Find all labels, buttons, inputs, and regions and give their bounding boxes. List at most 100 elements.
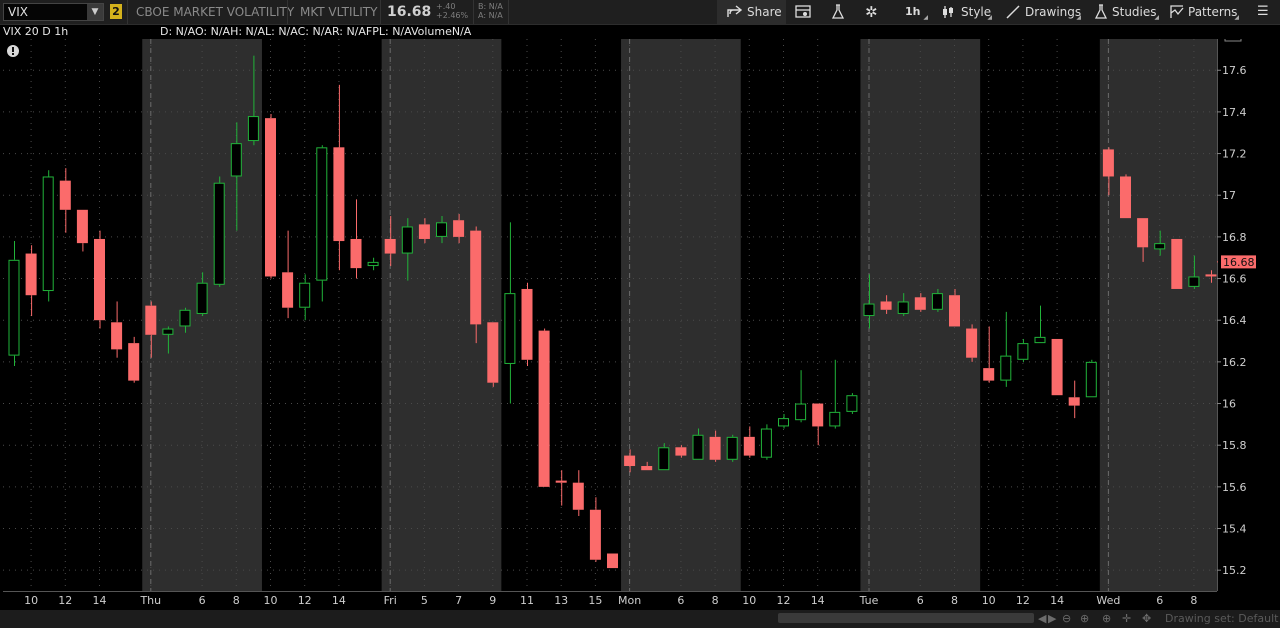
x-tick-label: Tue	[859, 594, 879, 607]
candle-body	[572, 482, 584, 510]
share-button[interactable]: Share	[717, 0, 786, 24]
candle-body	[829, 411, 841, 427]
timeframe-button[interactable]: 1h ◢	[893, 0, 929, 24]
x-tick-label: 8	[712, 594, 719, 607]
corner-triangle-icon: ◢	[1154, 14, 1159, 21]
x-tick-label: 10	[742, 594, 756, 607]
candle-body	[179, 309, 191, 327]
x-tick-label: 6	[199, 594, 206, 607]
candle-body	[299, 282, 311, 308]
candle-up	[1085, 359, 1097, 398]
candle-body	[538, 330, 550, 487]
alert-icon[interactable]	[7, 45, 19, 57]
symbol-input[interactable]: VIX	[8, 4, 28, 20]
candle-down	[487, 322, 499, 387]
x-tick-label: 13	[554, 594, 568, 607]
flask-icon	[831, 4, 845, 19]
y-tick-label: 16.2	[1222, 356, 1247, 369]
chevron-down-icon[interactable]: ▼	[87, 4, 103, 20]
candle-body	[333, 147, 345, 242]
candle-body	[265, 118, 276, 277]
divider	[473, 0, 474, 24]
zoom-out-icon[interactable]: ⊖	[1062, 611, 1071, 627]
symbol-short-name: MKT VLTILITY	[300, 5, 378, 19]
style-button[interactable]: Style ◢	[935, 0, 993, 24]
scroll-right-icon[interactable]: ▶	[1048, 611, 1056, 627]
candle-body	[282, 272, 294, 308]
candle-body	[1017, 343, 1029, 360]
x-tick-label: 8	[951, 594, 958, 607]
candle-body	[692, 434, 704, 460]
last-price-label: 16.68	[1223, 256, 1255, 269]
y-tick-label: 17.6	[1222, 64, 1247, 77]
grid-layout-icon	[795, 5, 811, 18]
settings-button[interactable]: ✲	[858, 0, 888, 24]
candle-body	[521, 288, 533, 360]
candle-body	[316, 147, 328, 281]
scroll-left-icon[interactable]: ◀	[1038, 611, 1046, 627]
x-tick-label: 7	[455, 594, 462, 607]
x-tick-label: 5	[421, 594, 428, 607]
candle-up	[213, 176, 225, 287]
candle-body	[812, 403, 824, 427]
x-tick-label: 15	[588, 594, 602, 607]
y-tick-label: 17.2	[1222, 148, 1247, 161]
candle-body	[453, 220, 465, 237]
drawing-set-label[interactable]: Drawing set: Default	[1165, 611, 1278, 627]
menu-button[interactable]: ☰	[1250, 0, 1276, 24]
price-chart[interactable]: 15.2 15.4 15.6 15.8 16 16.2 16.4 16.6 16.8 17 17.2…	[0, 39, 1280, 610]
candle-body	[384, 238, 396, 254]
patterns-button[interactable]: Patterns ◢	[1165, 0, 1240, 24]
drawings-button[interactable]: Drawings ◢	[1000, 0, 1082, 24]
x-tick-label: 9	[489, 594, 496, 607]
candle-body	[25, 253, 37, 296]
zoom-in-icon[interactable]: ⊕	[1080, 611, 1089, 627]
x-tick-label: 14	[332, 594, 346, 607]
symbol-selector[interactable]: VIX ▼	[3, 3, 104, 21]
candle-body	[1034, 336, 1046, 344]
candle-body	[589, 509, 601, 560]
x-tick-label: 6	[677, 594, 684, 607]
compare-button[interactable]	[788, 0, 818, 24]
chart-toolbar: VIX ▼ 2 CBOE MARKET VOLATILITY MKT VLTIL…	[0, 0, 1280, 25]
candle-body	[76, 209, 88, 244]
x-tick-label: Wed	[1096, 594, 1120, 607]
share-label: Share	[747, 5, 782, 19]
y-tick-label: 17	[1222, 189, 1236, 202]
corner-triangle-icon: ◢	[1076, 14, 1081, 21]
candle-up	[42, 170, 54, 302]
candle-up	[316, 145, 328, 302]
candle-up	[846, 393, 858, 414]
candle-body	[675, 447, 687, 456]
divider	[508, 0, 509, 24]
x-tick-label: 10	[982, 594, 996, 607]
corner-triangle-icon: ◢	[1234, 14, 1239, 21]
x-tick-label: Mon	[618, 594, 641, 607]
candle-down	[1171, 238, 1183, 289]
zoom-icon[interactable]: ⊕	[1102, 611, 1111, 627]
x-tick-label: 14	[93, 594, 107, 607]
time-axis-background	[0, 591, 1218, 610]
candle-style-icon	[943, 6, 953, 18]
divider	[287, 0, 288, 24]
chart-info-bar: VIX 20 D 1h D: N/AO: N/AH: N/AL: N/AC: N…	[0, 25, 1280, 39]
x-tick-label: 10	[264, 594, 278, 607]
candle-body	[863, 303, 875, 317]
candle-body	[1000, 355, 1012, 381]
candle-body	[949, 295, 960, 327]
candle-body	[213, 182, 225, 285]
studies-button[interactable]: Studies ◢	[1088, 0, 1160, 24]
candle-body	[880, 301, 892, 310]
candle-body	[1137, 218, 1149, 248]
flask-button[interactable]	[823, 0, 853, 24]
candle-down	[265, 113, 276, 279]
crosshair-icon[interactable]: ✛	[1122, 611, 1131, 627]
session-shade	[1099, 39, 1217, 591]
time-axis: 10 12 14 Thu 6 8 10 12 14 Fri 5 7 9 11 13 15 Mon 6 8 10 12 14…	[0, 591, 1218, 610]
candle-body	[726, 436, 738, 460]
candle-body	[795, 403, 807, 421]
bid-value: B: N/A	[478, 2, 503, 11]
horizontal-scrollbar[interactable]	[778, 613, 1034, 623]
pan-icon[interactable]: ✥	[1142, 611, 1151, 627]
link-group-badge[interactable]: 2	[110, 4, 122, 19]
